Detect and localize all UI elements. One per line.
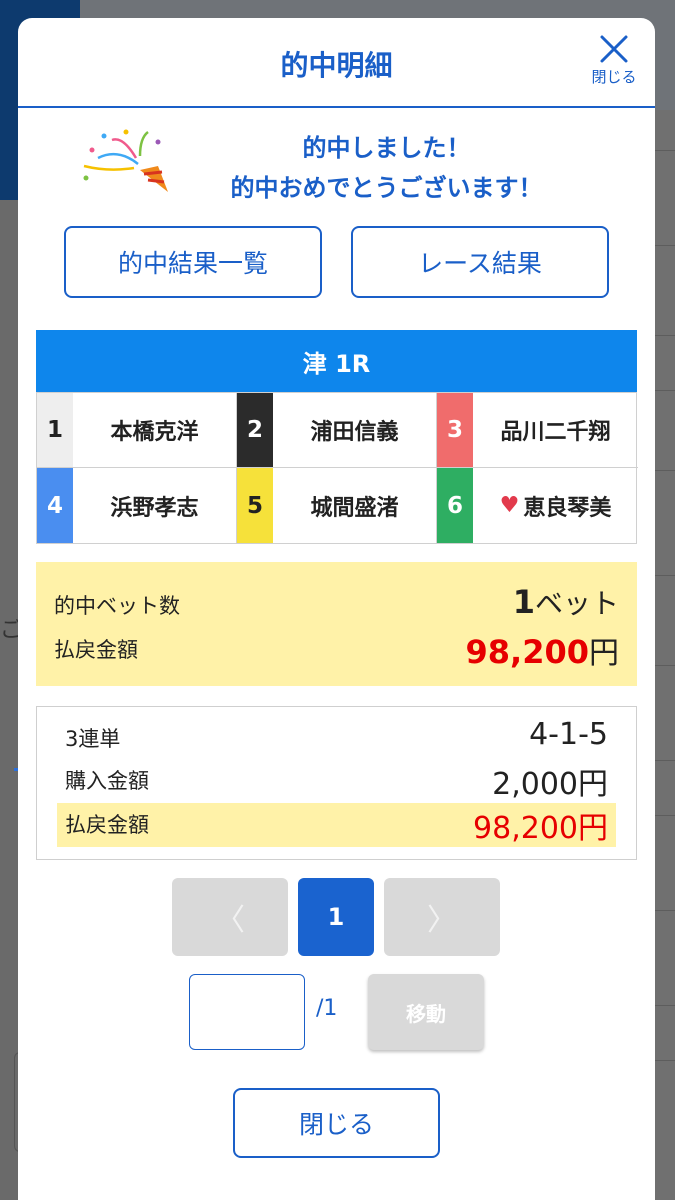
- hit-bets-count: 1: [512, 583, 535, 621]
- background-divider: [655, 390, 675, 391]
- racer-name-text: 恵良琴美: [523, 495, 612, 521]
- payout-unit: 円: [589, 636, 619, 671]
- racer-grid: 1 本橋克洋 2 浦田信義 3 品川二千翔 4 浜野孝志 5 城間盛渚 6 ♥ 恵…: [36, 392, 638, 544]
- racer-name: 城間盛渚: [273, 468, 436, 543]
- pagination: 〈 1 〉: [18, 878, 655, 958]
- detail-payout-amount: 98,200円: [473, 811, 608, 846]
- racer-name: 浜野孝志: [73, 468, 236, 543]
- hit-bets-label: 的中ベット数: [54, 594, 180, 618]
- bet-type-row: 3連単 4-1-5: [57, 717, 616, 759]
- background-divider: [655, 1005, 675, 1006]
- bet-detail: 3連単 4-1-5 購入金額 2,000円 払戻金額 98,200円: [36, 706, 637, 860]
- modal-header: 的中明細 閉じる: [18, 18, 655, 108]
- chevron-left-icon: 〈: [215, 903, 245, 938]
- bet-type-label: 3連単: [65, 727, 121, 751]
- racer-name: ♥ 恵良琴美: [473, 468, 638, 543]
- racer-cell: 3 品川二千翔: [437, 393, 638, 468]
- racer-name-text: 浜野孝志: [110, 495, 199, 521]
- hit-results-list-button[interactable]: 的中結果一覧: [64, 226, 322, 298]
- background-divider: [655, 150, 675, 151]
- page-total: /1: [316, 996, 338, 1021]
- chevron-right-icon: 〉: [427, 903, 457, 938]
- racer-number: 2: [237, 393, 273, 467]
- move-button[interactable]: 移動: [368, 974, 484, 1050]
- racer-number: 4: [37, 468, 73, 543]
- close-modal-button[interactable]: 閉じる: [233, 1088, 440, 1158]
- favorite-heart-icon: ♥: [499, 493, 520, 518]
- result-button-row: 的中結果一覧 レース結果: [18, 218, 655, 318]
- next-page-button[interactable]: 〉: [384, 878, 500, 956]
- payout-value: 98,200円: [466, 628, 619, 672]
- modal-title: 的中明細: [280, 49, 393, 82]
- background-right-column: [655, 110, 675, 1200]
- hit-bets-value: 1ベット: [513, 582, 619, 622]
- background-divider: [655, 760, 675, 761]
- hit-detail-modal: 的中明細 閉じる 的中しました！ 的中おめでとうございます！ 的中結果一覧 レー…: [18, 18, 655, 1200]
- race-title: 津 1R: [36, 330, 637, 392]
- payout-amount: 98,200: [465, 633, 589, 671]
- background-divider: [655, 575, 675, 576]
- racer-cell: 1 本橋克洋: [37, 393, 237, 468]
- purchase-label: 購入金額: [65, 769, 149, 793]
- detail-payout-label: 払戻金額: [65, 813, 149, 837]
- purchase-row: 購入金額 2,000円: [57, 759, 616, 802]
- congrats-line-1: 的中しました！: [302, 134, 471, 162]
- racer-cell: 2 浦田信義: [237, 393, 437, 468]
- current-page-button[interactable]: 1: [298, 878, 374, 956]
- hit-bets-unit: ベット: [534, 587, 619, 620]
- congrats-text: 的中しました！ 的中おめでとうございます！: [118, 128, 655, 208]
- background-divider: [655, 910, 675, 911]
- purchase-amount: 2,000円: [492, 767, 608, 802]
- racer-name-text: 本橋克洋: [110, 420, 199, 445]
- congrats-line-2: 的中おめでとうございます！: [230, 174, 543, 202]
- racer-cell: 6 ♥ 恵良琴美: [437, 468, 638, 543]
- detail-payout-row: 払戻金額 98,200円: [57, 803, 616, 847]
- page-jump: /1 移動: [18, 974, 655, 1054]
- payout-label: 払戻金額: [54, 638, 138, 662]
- background-left-column: [0, 200, 18, 1200]
- racer-number: 5: [237, 468, 273, 543]
- racer-name-text: 城間盛渚: [310, 495, 399, 521]
- racer-number: 6: [437, 468, 473, 543]
- background-divider: [655, 815, 675, 816]
- background-divider: [655, 665, 675, 666]
- racer-name-text: 品川二千翔: [500, 420, 611, 445]
- close-icon: [600, 35, 628, 63]
- background-divider: [655, 245, 675, 246]
- racer-name: 本橋克洋: [73, 393, 236, 467]
- background-divider: [655, 1060, 675, 1061]
- close-button-label: 閉じる: [591, 68, 637, 86]
- racer-number: 3: [437, 393, 473, 467]
- bet-combination: 4-1-5: [529, 717, 608, 752]
- racer-name: 品川二千翔: [473, 393, 638, 467]
- page-number-input[interactable]: [189, 974, 305, 1050]
- racer-name-text: 浦田信義: [310, 420, 399, 445]
- racer-number: 1: [37, 393, 73, 467]
- hit-summary: 的中ベット数 1ベット 払戻金額 98,200円: [36, 562, 637, 686]
- close-button[interactable]: 閉じる: [583, 34, 645, 87]
- racer-cell: 4 浜野孝志: [37, 468, 237, 543]
- racer-cell: 5 城間盛渚: [237, 468, 437, 543]
- previous-page-button[interactable]: 〈: [172, 878, 288, 956]
- race-results-button[interactable]: レース結果: [351, 226, 609, 298]
- background-divider: [655, 470, 675, 471]
- racer-name: 浦田信義: [273, 393, 436, 467]
- congrats-message: 的中しました！ 的中おめでとうございます！: [18, 108, 655, 218]
- background-divider: [655, 335, 675, 336]
